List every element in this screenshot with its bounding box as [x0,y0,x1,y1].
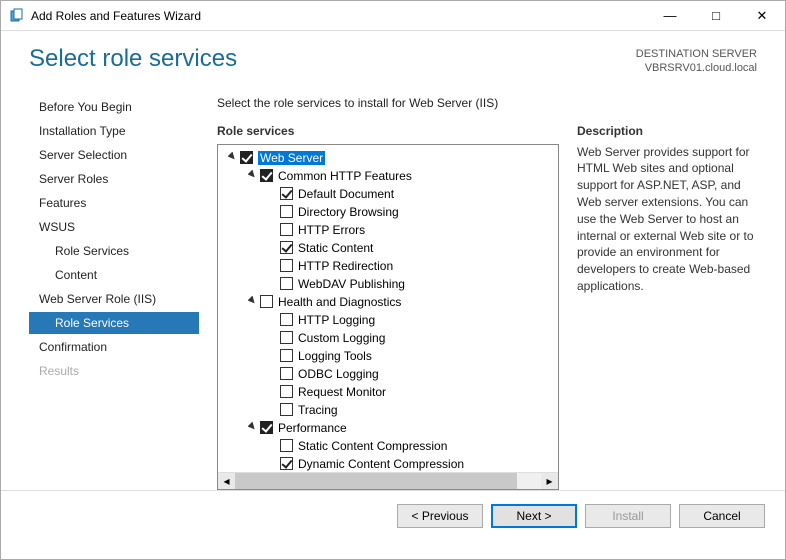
checkbox[interactable] [280,313,293,326]
nav-item[interactable]: Server Selection [29,144,199,166]
nav-item[interactable]: Features [29,192,199,214]
page-title: Select role services [29,45,237,73]
expander-icon[interactable] [226,152,238,164]
nav-item[interactable]: Server Roles [29,168,199,190]
tree-node-label[interactable]: WebDAV Publishing [298,277,405,291]
tree-node[interactable]: HTTP Logging [220,311,556,329]
checkbox[interactable] [280,277,293,290]
checkbox[interactable] [280,187,293,200]
tree-node-label[interactable]: Logging Tools [298,349,372,363]
minimize-button[interactable]: — [647,1,693,31]
checkbox[interactable] [260,421,273,434]
tree-node[interactable]: Dynamic Content Compression [220,455,556,472]
tree-node[interactable]: HTTP Errors [220,221,556,239]
checkbox[interactable] [280,439,293,452]
tree-node-label[interactable]: Static Content [298,241,373,255]
checkbox[interactable] [280,205,293,218]
instruction-text: Select the role services to install for … [217,96,757,110]
tree-node-label[interactable]: Custom Logging [298,331,385,345]
tree-node[interactable]: Custom Logging [220,329,556,347]
nav-item[interactable]: Confirmation [29,336,199,358]
destination-server: DESTINATION SERVER VBRSRV01.cloud.local [636,47,757,76]
checkbox[interactable] [260,169,273,182]
tree-node-label[interactable]: Directory Browsing [298,205,399,219]
window-title: Add Roles and Features Wizard [31,9,201,23]
install-button[interactable]: Install [585,504,671,528]
checkbox[interactable] [240,151,253,164]
titlebar: Add Roles and Features Wizard — □ ✕ [1,1,785,31]
nav-item[interactable]: Content [29,264,199,286]
tree-node-label[interactable]: Static Content Compression [298,439,447,453]
tree-node[interactable]: Web Server [220,149,556,167]
tree-node[interactable]: HTTP Redirection [220,257,556,275]
checkbox[interactable] [280,385,293,398]
tree-node-label[interactable]: Request Monitor [298,385,386,399]
tree-node[interactable]: Logging Tools [220,347,556,365]
footer: < Previous Next > Install Cancel [1,490,785,542]
role-services-tree: Web Server Common HTTP Features Default Do… [217,144,559,490]
checkbox[interactable] [280,241,293,254]
maximize-button[interactable]: □ [693,1,739,31]
header: Select role services DESTINATION SERVER … [1,31,785,82]
tree-label: Role services [217,124,559,138]
tree-node-label[interactable]: Common HTTP Features [278,169,412,183]
dest-value: VBRSRV01.cloud.local [636,61,757,75]
tree-node[interactable]: Common HTTP Features [220,167,556,185]
tree-node-label[interactable]: Web Server [258,151,325,165]
nav-item[interactable]: Web Server Role (IIS) [29,288,199,310]
tree-node-label[interactable]: HTTP Logging [298,313,375,327]
tree-node[interactable]: Performance [220,419,556,437]
tree-node[interactable]: Static Content [220,239,556,257]
app-icon [9,8,25,24]
nav-item[interactable]: Role Services [29,312,199,334]
checkbox[interactable] [280,259,293,272]
dest-label: DESTINATION SERVER [636,47,757,61]
expander-icon[interactable] [246,170,258,182]
nav-item[interactable]: Role Services [29,240,199,262]
nav-item[interactable]: Installation Type [29,120,199,142]
horizontal-scrollbar[interactable]: ◂ ▸ [218,472,558,489]
tree-node[interactable]: WebDAV Publishing [220,275,556,293]
checkbox[interactable] [280,457,293,470]
tree-node-label[interactable]: ODBC Logging [298,367,379,381]
expander-icon[interactable] [246,296,258,308]
checkbox[interactable] [280,367,293,380]
wizard-nav: Before You BeginInstallation TypeServer … [29,92,199,490]
checkbox[interactable] [280,223,293,236]
tree-node[interactable]: Default Document [220,185,556,203]
scroll-right-icon[interactable]: ▸ [541,473,558,489]
tree-node[interactable]: Tracing [220,401,556,419]
checkbox[interactable] [280,331,293,344]
tree-node-label[interactable]: HTTP Redirection [298,259,393,273]
checkbox[interactable] [280,349,293,362]
next-button[interactable]: Next > [491,504,577,528]
nav-item[interactable]: WSUS [29,216,199,238]
tree-node[interactable]: Static Content Compression [220,437,556,455]
checkbox[interactable] [260,295,273,308]
tree-node-label[interactable]: Health and Diagnostics [278,295,401,309]
expander-icon[interactable] [246,422,258,434]
tree-node-label[interactable]: HTTP Errors [298,223,365,237]
tree-scroll[interactable]: Web Server Common HTTP Features Default Do… [218,145,558,472]
description-text: Web Server provides support for HTML Web… [577,144,757,295]
scroll-left-icon[interactable]: ◂ [218,473,235,489]
nav-item: Results [29,360,199,382]
cancel-button[interactable]: Cancel [679,504,765,528]
previous-button[interactable]: < Previous [397,504,483,528]
nav-item[interactable]: Before You Begin [29,96,199,118]
tree-node[interactable]: Health and Diagnostics [220,293,556,311]
tree-node-label[interactable]: Performance [278,421,347,435]
tree-node[interactable]: ODBC Logging [220,365,556,383]
tree-node[interactable]: Request Monitor [220,383,556,401]
tree-node-label[interactable]: Dynamic Content Compression [298,457,464,471]
checkbox[interactable] [280,403,293,416]
description-label: Description [577,124,757,138]
close-button[interactable]: ✕ [739,1,785,31]
tree-node-label[interactable]: Tracing [298,403,338,417]
tree-node-label[interactable]: Default Document [298,187,394,201]
tree-node[interactable]: Directory Browsing [220,203,556,221]
